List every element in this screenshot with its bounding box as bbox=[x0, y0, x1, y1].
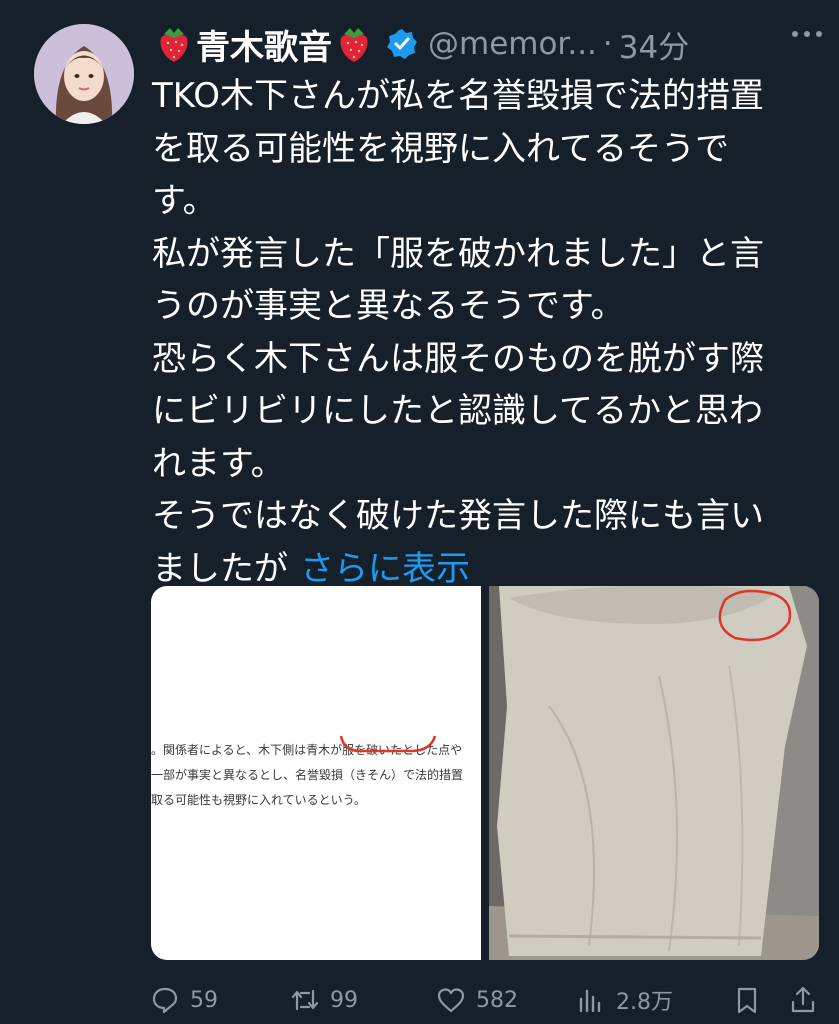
share-button[interactable] bbox=[788, 985, 828, 1015]
media-article-screenshot[interactable]: 。関係者によると、木下側は青木が服を破いたとした点や 一部が事実と異なるとし、名… bbox=[151, 586, 481, 960]
tweet-line: うのが事実と異なるそうです。 bbox=[152, 286, 625, 326]
sweater-photo bbox=[489, 586, 819, 960]
like-count: 582 bbox=[476, 987, 518, 1013]
red-underline-annotation bbox=[339, 735, 437, 753]
show-more-link[interactable]: さらに表示 bbox=[300, 549, 470, 589]
author-handle[interactable]: @memor... bbox=[428, 26, 597, 62]
media-sweater-photo[interactable] bbox=[489, 586, 819, 960]
retweet-count: 99 bbox=[330, 987, 358, 1013]
media-grid: 。関係者によると、木下側は青木が服を破いたとした点や 一部が事実と異なるとし、名… bbox=[151, 586, 819, 960]
tweet-line: れます。 bbox=[152, 443, 285, 484]
display-name[interactable]: 青木歌音 bbox=[152, 20, 376, 69]
views-count: 2.8万 bbox=[616, 990, 673, 1015]
tweet-text: TKO木下さんが私を名誉毀損で法的措置 を取る可能性を視野に入れてるそうで す。… bbox=[152, 70, 824, 595]
tweet-timestamp[interactable]: 34分 bbox=[619, 22, 689, 67]
avatar[interactable] bbox=[34, 24, 134, 124]
tweet-line: そうではなく破けた発言した際にも言い bbox=[152, 496, 764, 536]
tweet-line: を取る可能性を視野に入れてるそうで bbox=[152, 128, 729, 169]
reply-count: 59 bbox=[190, 987, 218, 1013]
retweet-button[interactable]: 99 bbox=[290, 985, 436, 1015]
share-icon bbox=[791, 986, 815, 1013]
tweet-line: ましたが bbox=[152, 548, 288, 589]
views-button[interactable]: 2.8万 bbox=[576, 984, 732, 1016]
reply-icon bbox=[152, 987, 178, 1014]
separator-dot: · bbox=[602, 26, 613, 62]
tweet-line: す。 bbox=[152, 181, 217, 221]
tweet-line: TKO木下さんが私を名誉毀損で法的措置 bbox=[152, 76, 764, 116]
reply-button[interactable]: 59 bbox=[150, 985, 290, 1015]
display-name-text: 青木歌音 bbox=[196, 27, 332, 68]
heart-icon bbox=[437, 988, 465, 1013]
tweet-line: にビリビリにしたと認識してるかと思わ bbox=[152, 391, 763, 431]
tweet-actions: 59 99 582 2.8万 bbox=[150, 980, 830, 1020]
strawberry-icon bbox=[160, 28, 188, 62]
tweet-line: 私が発言した「服を破かれました」と言 bbox=[152, 233, 764, 274]
like-button[interactable]: 582 bbox=[436, 985, 576, 1015]
analytics-icon bbox=[579, 989, 601, 1013]
tweet-line: 恐らく木下さんは服そのものを脱がす際 bbox=[152, 338, 764, 379]
bookmark-button[interactable] bbox=[732, 985, 788, 1015]
more-options-icon[interactable] bbox=[789, 24, 825, 44]
tweet-header: 青木歌音 @memor... · 34分 bbox=[152, 18, 819, 70]
verified-badge-icon bbox=[387, 29, 417, 59]
retweet-icon bbox=[291, 989, 319, 1011]
bookmark-icon bbox=[737, 987, 757, 1014]
avatar-image bbox=[34, 24, 134, 124]
strawberry-icon bbox=[340, 28, 368, 62]
